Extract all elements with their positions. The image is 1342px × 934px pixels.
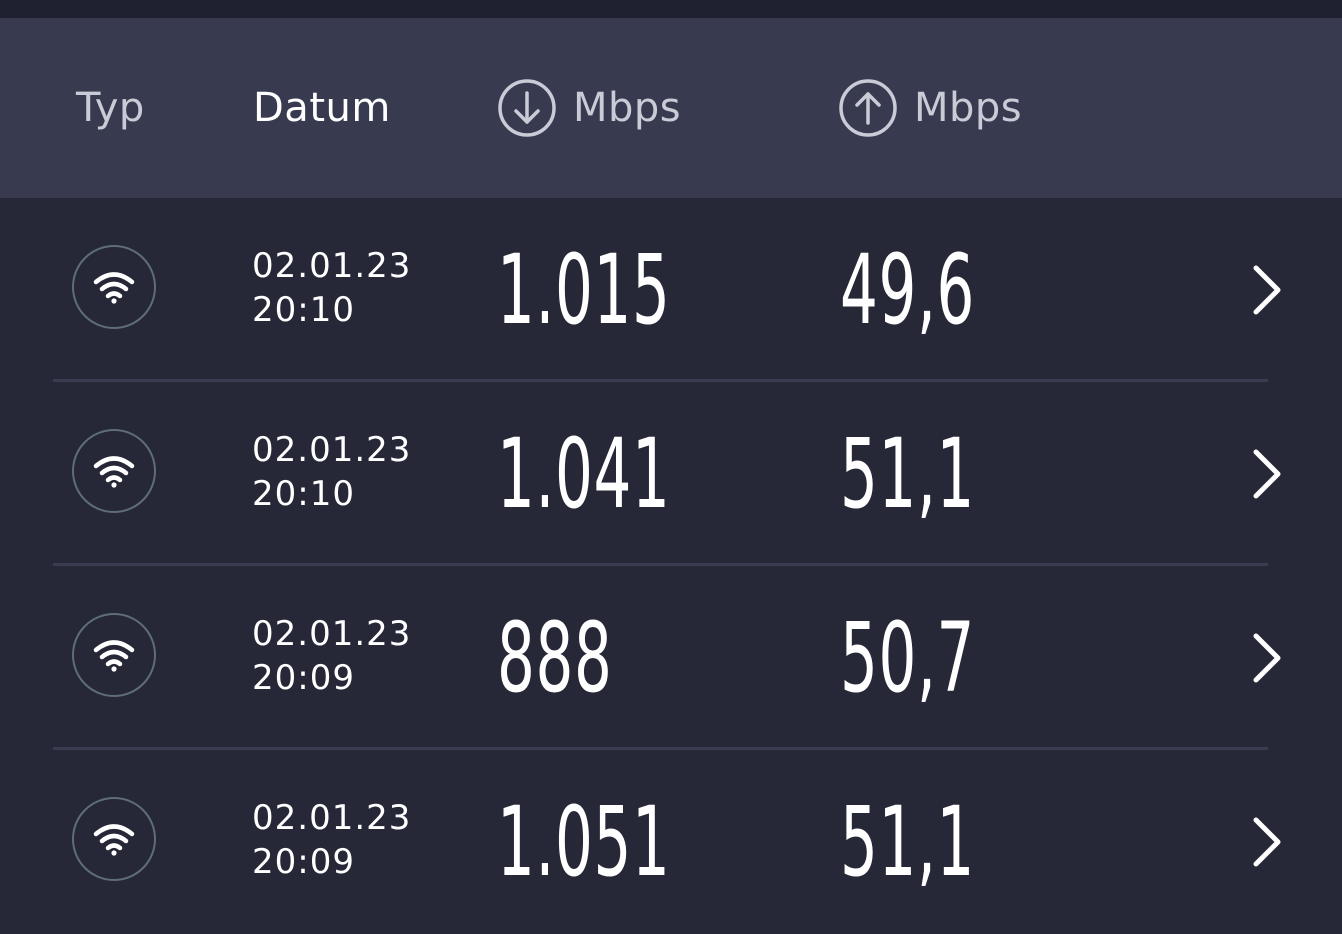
upload-speed-value: 51,1 [840, 418, 976, 530]
chevron-right-icon [1253, 449, 1281, 499]
connection-type-badge [72, 429, 156, 513]
result-row[interactable]: 02.01.23 20:09 888 50,7 [0, 566, 1342, 750]
result-date: 02.01.23 [252, 246, 412, 286]
arrow-up-circle-icon [839, 79, 897, 137]
result-time: 20:09 [252, 658, 355, 698]
results-list: 02.01.23 20:10 1.015 49,6 02.01.23 20:10… [0, 198, 1342, 934]
download-speed-value: 1.051 [497, 786, 671, 898]
top-strip [0, 0, 1342, 18]
result-row[interactable]: 02.01.23 20:10 1.015 49,6 [0, 198, 1342, 382]
chevron-right-icon [1253, 633, 1281, 683]
column-header-download[interactable]: Mbps [497, 18, 681, 198]
result-date: 02.01.23 [252, 798, 412, 838]
row-chevron[interactable] [1248, 814, 1288, 870]
upload-speed-value: 49,6 [840, 234, 976, 346]
download-speed-value: 1.015 [497, 234, 671, 346]
arrow-down-circle-icon [498, 79, 556, 137]
result-datetime: 02.01.23 20:10 [252, 244, 411, 332]
chevron-right-icon [1253, 265, 1281, 315]
download-unit-label: Mbps [573, 85, 682, 131]
result-datetime: 02.01.23 20:09 [252, 612, 411, 700]
connection-type-badge [72, 245, 156, 329]
upload-speed-value: 50,7 [840, 602, 976, 714]
column-header-type[interactable]: Typ [76, 18, 145, 198]
row-chevron[interactable] [1248, 446, 1288, 502]
result-time: 20:10 [252, 474, 355, 514]
row-chevron[interactable] [1248, 630, 1288, 686]
download-speed-value: 1.041 [497, 418, 671, 530]
connection-type-badge [72, 613, 156, 697]
result-datetime: 02.01.23 20:10 [252, 428, 411, 516]
column-header-date[interactable]: Datum [253, 18, 391, 198]
upload-speed-value: 51,1 [840, 786, 976, 898]
result-time: 20:10 [252, 290, 355, 330]
wifi-icon [93, 272, 135, 304]
download-speed-value: 888 [497, 602, 613, 714]
result-date: 02.01.23 [252, 614, 412, 654]
connection-type-badge [72, 797, 156, 881]
column-header-upload[interactable]: Mbps [838, 18, 1022, 198]
result-row[interactable]: 02.01.23 20:09 1.051 51,1 [0, 750, 1342, 934]
row-chevron[interactable] [1248, 262, 1288, 318]
upload-unit-label: Mbps [914, 85, 1023, 131]
wifi-icon [93, 824, 135, 856]
result-row[interactable]: 02.01.23 20:10 1.041 51,1 [0, 382, 1342, 566]
results-table-header: Typ Datum Mbps Mbps [0, 18, 1342, 198]
chevron-right-icon [1253, 817, 1281, 867]
result-date: 02.01.23 [252, 430, 412, 470]
result-datetime: 02.01.23 20:09 [252, 796, 411, 884]
result-time: 20:09 [252, 842, 355, 882]
wifi-icon [93, 640, 135, 672]
wifi-icon [93, 456, 135, 488]
